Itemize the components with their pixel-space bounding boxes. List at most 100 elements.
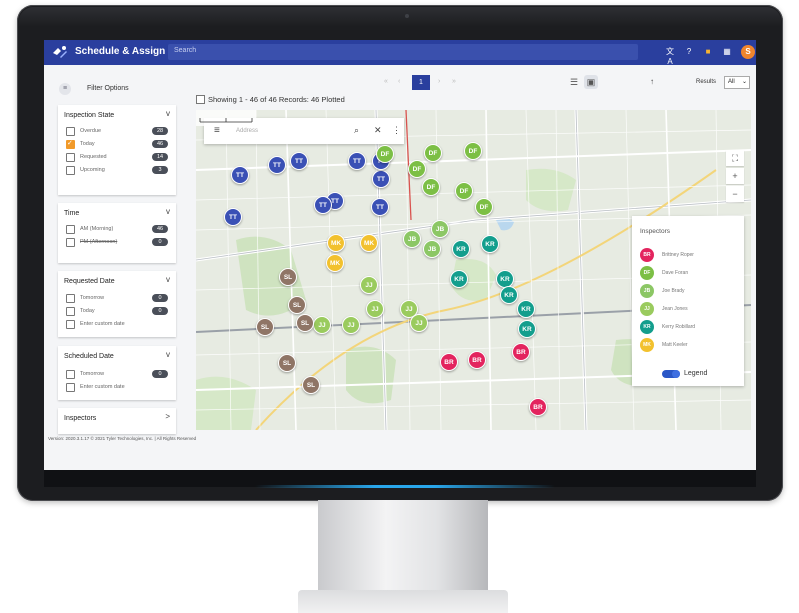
zoom-out-button[interactable]: −	[726, 186, 744, 202]
map-pin-sl[interactable]: SL	[302, 376, 320, 394]
map-pin-jj[interactable]: JJ	[313, 316, 331, 334]
first-page-icon[interactable]: «	[384, 78, 388, 85]
chevron-down-icon[interactable]: v	[166, 350, 170, 359]
map-pin-mk[interactable]: MK	[326, 254, 344, 272]
map-pin-df[interactable]: DF	[422, 178, 440, 196]
app-logo-icon[interactable]	[51, 44, 69, 61]
filter-option-am[interactable]: AM (Morning) 46	[66, 225, 170, 234]
map-pin-tt[interactable]: TT	[371, 198, 389, 216]
map-pin-sl[interactable]: SL	[296, 314, 314, 332]
map-pin-jj[interactable]: JJ	[342, 316, 360, 334]
map-pin-br[interactable]: BR	[440, 353, 458, 371]
apps-grid-icon[interactable]: ▦	[722, 47, 732, 57]
user-avatar[interactable]: S	[741, 45, 755, 59]
filter-option-requested[interactable]: Requested 14	[66, 153, 170, 162]
map-pin-df[interactable]: DF	[475, 198, 493, 216]
map-pin-tt[interactable]: TT	[231, 166, 249, 184]
map-pin-br[interactable]: BR	[529, 398, 547, 416]
chevron-down-icon[interactable]: v	[166, 109, 170, 118]
more-vert-icon[interactable]: ⋮	[392, 125, 401, 136]
filter-option-today[interactable]: Today 46	[66, 139, 170, 149]
map-pin-kr[interactable]: KR	[517, 300, 535, 318]
badge-icon[interactable]: ■	[703, 47, 713, 57]
select-all-checkbox[interactable]	[196, 95, 205, 104]
global-search-input[interactable]: Search	[168, 44, 638, 60]
search-icon[interactable]: ⌕	[354, 125, 359, 136]
map-pin-jj[interactable]: JJ	[366, 300, 384, 318]
filter-option-overdue[interactable]: Overdue 28	[66, 127, 170, 136]
checkbox[interactable]	[66, 238, 75, 247]
map-view[interactable]: ≡ Address ⌕ ✕ ⋮ ⛶ + − TT TT TT TT TT TT TT TT TT…	[196, 110, 751, 430]
map-pin-df[interactable]: DF	[408, 160, 426, 178]
last-page-icon[interactable]: »	[452, 78, 456, 85]
checkbox[interactable]	[66, 153, 75, 162]
map-pin-mk[interactable]: MK	[360, 234, 378, 252]
map-pin-kr[interactable]: KR	[496, 270, 514, 288]
checkbox-checked[interactable]	[66, 139, 75, 149]
legend-item[interactable]: MK Matt Keeler	[640, 338, 740, 352]
list-view-icon[interactable]: ☰	[567, 75, 581, 89]
legend-item[interactable]: JJ Jean Jones	[640, 302, 740, 316]
filter-option-upcoming[interactable]: Upcoming 3	[66, 166, 170, 175]
map-pin-tt[interactable]: TT	[224, 208, 242, 226]
checkbox[interactable]	[66, 320, 75, 329]
checkbox[interactable]	[66, 383, 75, 392]
map-pin-kr[interactable]: KR	[481, 235, 499, 253]
map-pin-br[interactable]: BR	[468, 351, 486, 369]
filter-option-tomorrow[interactable]: Tomorrow 0	[66, 370, 170, 379]
map-pin-br[interactable]: BR	[512, 343, 530, 361]
checkbox[interactable]	[66, 307, 75, 316]
checkbox[interactable]	[66, 294, 75, 303]
checkbox[interactable]	[66, 225, 75, 234]
map-pin-jb[interactable]: JB	[423, 240, 441, 258]
map-pin-tt[interactable]: TT	[268, 156, 286, 174]
map-pin-kr[interactable]: KR	[500, 286, 518, 304]
map-pin-sl[interactable]: SL	[256, 318, 274, 336]
help-icon[interactable]: ?	[684, 47, 694, 57]
map-pin-tt[interactable]: TT	[372, 170, 390, 188]
map-pin-sl[interactable]: SL	[288, 296, 306, 314]
zoom-in-button[interactable]: +	[726, 168, 744, 184]
filter-option-custom-date[interactable]: Enter custom date	[66, 320, 170, 329]
map-view-icon[interactable]: ▣	[584, 75, 598, 89]
filter-card-inspectors[interactable]: Inspectors >	[58, 408, 176, 434]
close-icon[interactable]: ✕	[374, 125, 382, 136]
map-pin-sl[interactable]: SL	[279, 268, 297, 286]
map-pin-kr[interactable]: KR	[518, 320, 536, 338]
menu-icon[interactable]: ≡	[214, 125, 220, 136]
filter-icon[interactable]: ≡	[59, 83, 71, 95]
map-pin-kr[interactable]: KR	[450, 270, 468, 288]
filter-option-pm[interactable]: PM (Afternoon) 0	[66, 238, 170, 247]
filter-option-tomorrow[interactable]: Tomorrow 0	[66, 294, 170, 303]
chevron-right-icon[interactable]: >	[165, 412, 170, 421]
map-pin-jb[interactable]: JB	[431, 220, 449, 238]
map-pin-jj[interactable]: JJ	[360, 276, 378, 294]
legend-item[interactable]: DF Dave Foran	[640, 266, 740, 280]
filter-option-custom-date[interactable]: Enter custom date	[66, 383, 170, 392]
checkbox[interactable]	[66, 166, 75, 175]
map-pin-jj[interactable]: JJ	[410, 314, 428, 332]
legend-item[interactable]: KR Kerry Robillard	[640, 320, 740, 334]
chevron-down-icon[interactable]: v	[166, 207, 170, 216]
fullscreen-icon[interactable]: ⛶	[726, 150, 744, 166]
map-pin-tt[interactable]: TT	[314, 196, 332, 214]
next-page-icon[interactable]: ›	[438, 78, 440, 85]
map-pin-sl[interactable]: SL	[278, 354, 296, 372]
map-pin-df[interactable]: DF	[424, 144, 442, 162]
map-pin-mk[interactable]: MK	[327, 234, 345, 252]
page-number-current[interactable]: 1	[412, 75, 430, 90]
map-pin-df[interactable]: DF	[376, 145, 394, 163]
map-pin-df[interactable]: DF	[464, 142, 482, 160]
map-pin-tt[interactable]: TT	[290, 152, 308, 170]
chevron-down-icon[interactable]: v	[166, 275, 170, 284]
legend-item[interactable]: JB Joe Brady	[640, 284, 740, 298]
translate-icon[interactable]: 文A	[665, 47, 675, 66]
results-select[interactable]: All ⌄	[724, 76, 750, 89]
map-pin-kr[interactable]: KR	[452, 240, 470, 258]
map-pin-jb[interactable]: JB	[403, 230, 421, 248]
filter-option-today[interactable]: Today 0	[66, 307, 170, 316]
map-pin-tt[interactable]: TT	[348, 152, 366, 170]
checkbox[interactable]	[66, 127, 75, 136]
legend-item[interactable]: BR Brittney Roper	[640, 248, 740, 262]
sort-ascending-icon[interactable]: ↑	[650, 77, 654, 86]
